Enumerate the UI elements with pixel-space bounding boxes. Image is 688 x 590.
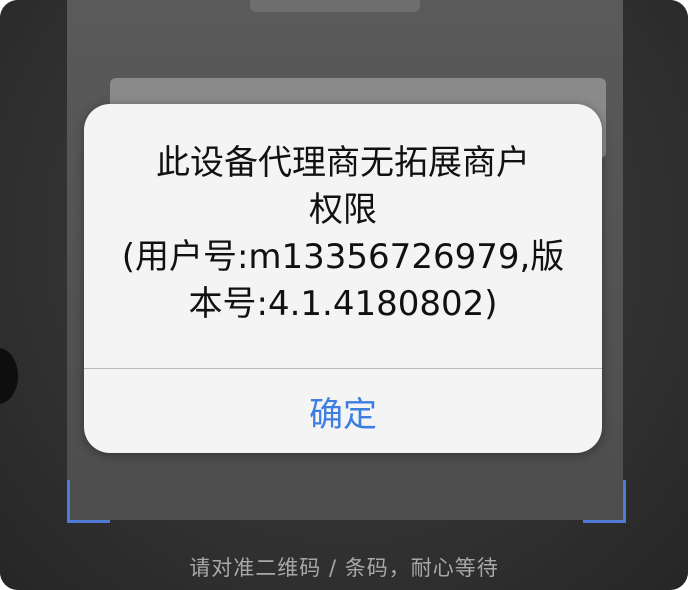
alert-dialog: 此设备代理商无拓展商户 权限 (用户号:m13356726979,版 本号:4.… xyxy=(84,104,602,453)
confirm-button[interactable]: 确定 xyxy=(84,369,602,453)
scan-corner-bottom-left xyxy=(67,480,110,523)
top-tab xyxy=(250,0,420,12)
scan-hint-text: 请对准二维码 / 条码，耐心等待 xyxy=(189,556,499,580)
scan-corner-bottom-right xyxy=(583,480,626,523)
alert-message: 此设备代理商无拓展商户 权限 (用户号:m13356726979,版 本号:4.… xyxy=(121,143,565,324)
app-screen: 请对准二维码 / 条码，耐心等待 此设备代理商无拓展商户 权限 (用户号:m13… xyxy=(0,0,688,590)
